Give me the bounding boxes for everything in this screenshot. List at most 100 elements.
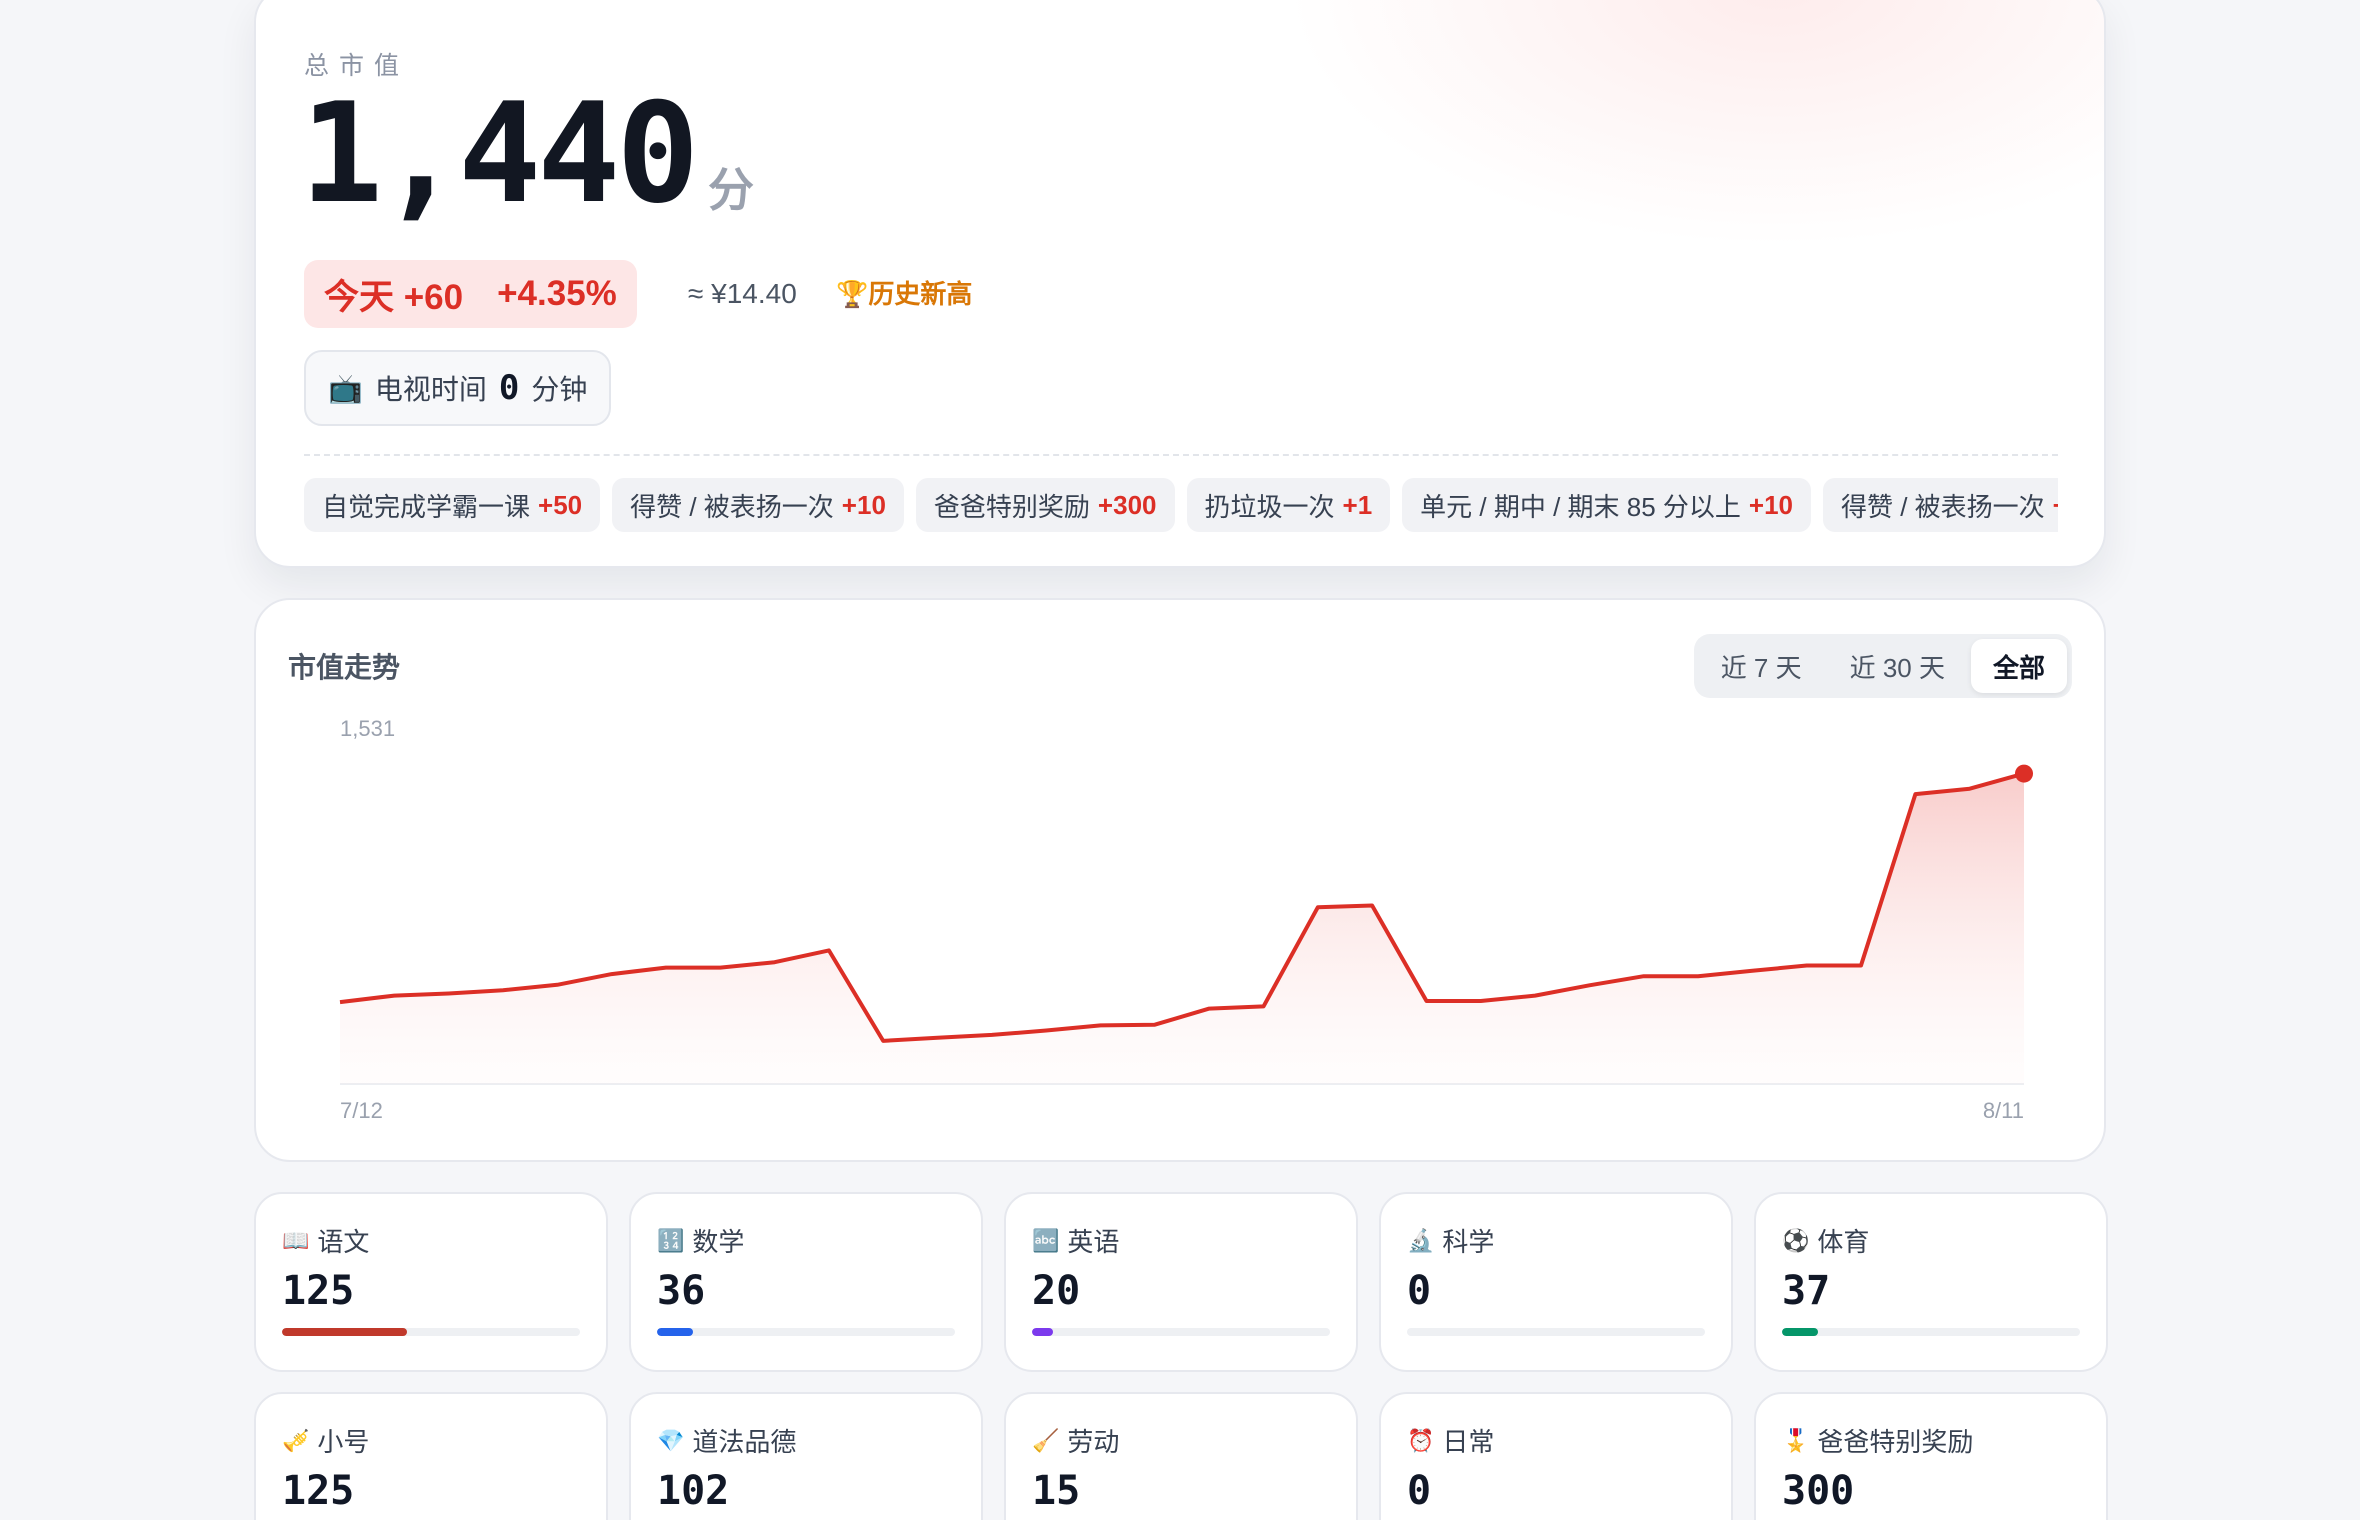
subject-score: 0 xyxy=(1407,1268,1432,1314)
subject-progress-track xyxy=(657,1328,955,1336)
subject-score: 37 xyxy=(1782,1268,1831,1314)
cash-equivalent: ≈ ¥14.40 xyxy=(688,278,797,309)
subject-name-row: 🔢 数学 xyxy=(657,1222,744,1259)
subject-card[interactable]: 💎 道法品德 102 xyxy=(629,1392,983,1520)
subject-name-row: ⚽ 体育 xyxy=(1782,1222,1869,1259)
activity-chip-label: 单元 / 期中 / 期末 85 分以上 xyxy=(1420,491,1741,522)
book-icon: 📖 xyxy=(282,1227,310,1253)
subject-score: 102 xyxy=(657,1468,730,1514)
microscope-icon: 🔬 xyxy=(1407,1227,1435,1253)
subject-name: 劳动 xyxy=(1067,1427,1120,1457)
x-axis-end-label: 8/11 xyxy=(1983,1098,2024,1123)
trumpet-icon: 🎺 xyxy=(282,1427,310,1453)
record-high-badge: 🏆历史新高 xyxy=(836,268,972,320)
activity-chip-label: 爸爸特别奖励 xyxy=(933,491,1090,522)
activity-chip-points: +10 xyxy=(1748,489,1793,520)
activity-chip-points: +10 xyxy=(841,489,886,520)
subject-name: 爸爸特别奖励 xyxy=(1817,1427,1974,1457)
range-tab[interactable]: 近 7 天 xyxy=(1699,639,1824,693)
divider xyxy=(304,454,2058,456)
subject-score: 15 xyxy=(1032,1468,1081,1514)
trend-chart-card: 市值走势 1,531 7/12 8/11 近 7 天近 30 天全部 xyxy=(254,598,2106,1162)
activity-chip-label: 扔垃圾一次 xyxy=(1204,491,1335,522)
subject-progress-fill xyxy=(282,1328,408,1336)
broom-icon: 🧹 xyxy=(1032,1427,1060,1453)
range-tab[interactable]: 全部 xyxy=(1970,639,2067,693)
activity-chip[interactable]: 单元 / 期中 / 期末 85 分以上 +10 xyxy=(1402,478,1811,532)
area-fill xyxy=(340,773,2024,1084)
soccer-icon: ⚽ xyxy=(1782,1227,1810,1253)
subject-card[interactable]: ⚽ 体育 37 xyxy=(1754,1192,2108,1372)
subject-name-row: ⏰ 日常 xyxy=(1407,1422,1494,1459)
subject-score: 20 xyxy=(1032,1268,1081,1314)
subject-name: 小号 xyxy=(317,1427,370,1457)
medal-icon: 🎖️ xyxy=(1782,1427,1810,1453)
subject-name: 日常 xyxy=(1442,1427,1495,1457)
activity-chip-label: 得赞 / 被表扬一次 xyxy=(1841,491,2045,522)
range-tab[interactable]: 近 30 天 xyxy=(1828,639,1967,693)
activity-chip[interactable]: 自觉完成学霸一课 +50 xyxy=(304,478,601,532)
tv-time-unit: 分钟 xyxy=(531,374,588,405)
today-change-points: 今天 +60 xyxy=(324,277,464,317)
activity-chip-points: +300 xyxy=(1097,489,1157,520)
today-change-percent: +4.35% xyxy=(497,274,617,313)
gem-icon: 💎 xyxy=(657,1427,685,1453)
subject-name-row: 💎 道法品德 xyxy=(657,1422,796,1459)
range-tabs: 近 7 天近 30 天全部 xyxy=(1693,634,2072,698)
subject-card[interactable]: 🧹 劳动 15 xyxy=(1004,1392,1358,1520)
subject-card[interactable]: 🔬 科学 0 xyxy=(1379,1192,1733,1372)
subject-name: 英语 xyxy=(1067,1227,1120,1257)
market-value-card: 总市值 1,440 分 今天 +60 +4.35% ≈ ¥14.40 🏆历史新高… xyxy=(254,0,2106,568)
subject-name: 语文 xyxy=(317,1227,370,1257)
subject-name-row: 📖 语文 xyxy=(282,1222,369,1259)
subject-score: 125 xyxy=(282,1468,355,1514)
subject-progress-fill xyxy=(1782,1328,1818,1336)
latest-point-marker[interactable] xyxy=(2015,764,2033,783)
activity-chip[interactable]: 爸爸特别奖励 +300 xyxy=(915,478,1175,532)
activity-chip[interactable]: 得赞 / 被表扬一次+10 xyxy=(1823,478,2058,532)
y-axis-max-label: 1,531 xyxy=(340,716,395,741)
total-market-value: 1,440 xyxy=(300,73,699,234)
value-unit: 分 xyxy=(708,164,754,216)
subject-name: 体育 xyxy=(1817,1227,1870,1257)
subject-card[interactable]: 📖 语文 125 xyxy=(254,1192,608,1372)
activity-chip[interactable]: 得赞 / 被表扬一次+10 xyxy=(612,478,904,532)
activity-chip-points: +50 xyxy=(538,489,583,520)
alarm-clock-icon: ⏰ xyxy=(1407,1427,1435,1453)
subject-progress-track xyxy=(1782,1328,2080,1336)
subject-name: 道法品德 xyxy=(692,1427,797,1457)
subject-card[interactable]: 🔢 数学 36 xyxy=(629,1192,983,1372)
subject-name-row: 🧹 劳动 xyxy=(1032,1422,1119,1459)
record-high-label: 历史新高 xyxy=(868,279,973,309)
subject-name-row: 🎖️ 爸爸特别奖励 xyxy=(1782,1422,1973,1459)
subject-progress-track xyxy=(1032,1328,1330,1336)
subject-score: 36 xyxy=(657,1268,706,1314)
subject-score: 125 xyxy=(282,1268,355,1314)
activity-chip-label: 得赞 / 被表扬一次 xyxy=(630,491,834,522)
today-change-badge: 今天 +60 +4.35% xyxy=(304,260,637,328)
subject-card[interactable]: 🎺 小号 125 xyxy=(254,1392,608,1520)
subject-name-row: 🔤 英语 xyxy=(1032,1222,1119,1259)
tv-time-value: 0 xyxy=(498,368,520,408)
subject-progress-fill xyxy=(1032,1328,1053,1336)
subject-card[interactable]: ⏰ 日常 0 xyxy=(1379,1392,1733,1520)
subject-progress-track xyxy=(282,1328,580,1336)
subject-card[interactable]: 🔤 英语 20 xyxy=(1004,1192,1358,1372)
tv-icon: 📺 xyxy=(328,372,363,404)
x-axis-start-label: 7/12 xyxy=(340,1098,383,1123)
recent-activity-chips: 自觉完成学霸一课 +50 得赞 / 被表扬一次 +10 爸爸特别奖励 +300 扔垃圾一次 +… xyxy=(304,478,2058,532)
subject-name-row: 🎺 小号 xyxy=(282,1422,369,1459)
abc-icon: 🔤 xyxy=(1032,1227,1060,1253)
decorative-glow xyxy=(1284,0,2104,248)
numbers-icon: 🔢 xyxy=(657,1227,685,1253)
subject-progress-track xyxy=(1407,1328,1705,1336)
subject-progress-fill xyxy=(657,1328,693,1336)
activity-chip[interactable]: 扔垃圾一次 +1 xyxy=(1186,478,1391,532)
trophy-icon: 🏆 xyxy=(836,279,869,309)
activity-chip-points: +1 xyxy=(1342,489,1373,520)
tv-time-label: 电视时间 xyxy=(374,374,487,405)
tv-time-box[interactable]: 📺 电视时间 0 分钟 xyxy=(304,350,612,426)
subject-name-row: 🔬 科学 xyxy=(1407,1222,1494,1259)
subject-score: 0 xyxy=(1407,1468,1432,1514)
subject-card[interactable]: 🎖️ 爸爸特别奖励 300 xyxy=(1754,1392,2108,1520)
